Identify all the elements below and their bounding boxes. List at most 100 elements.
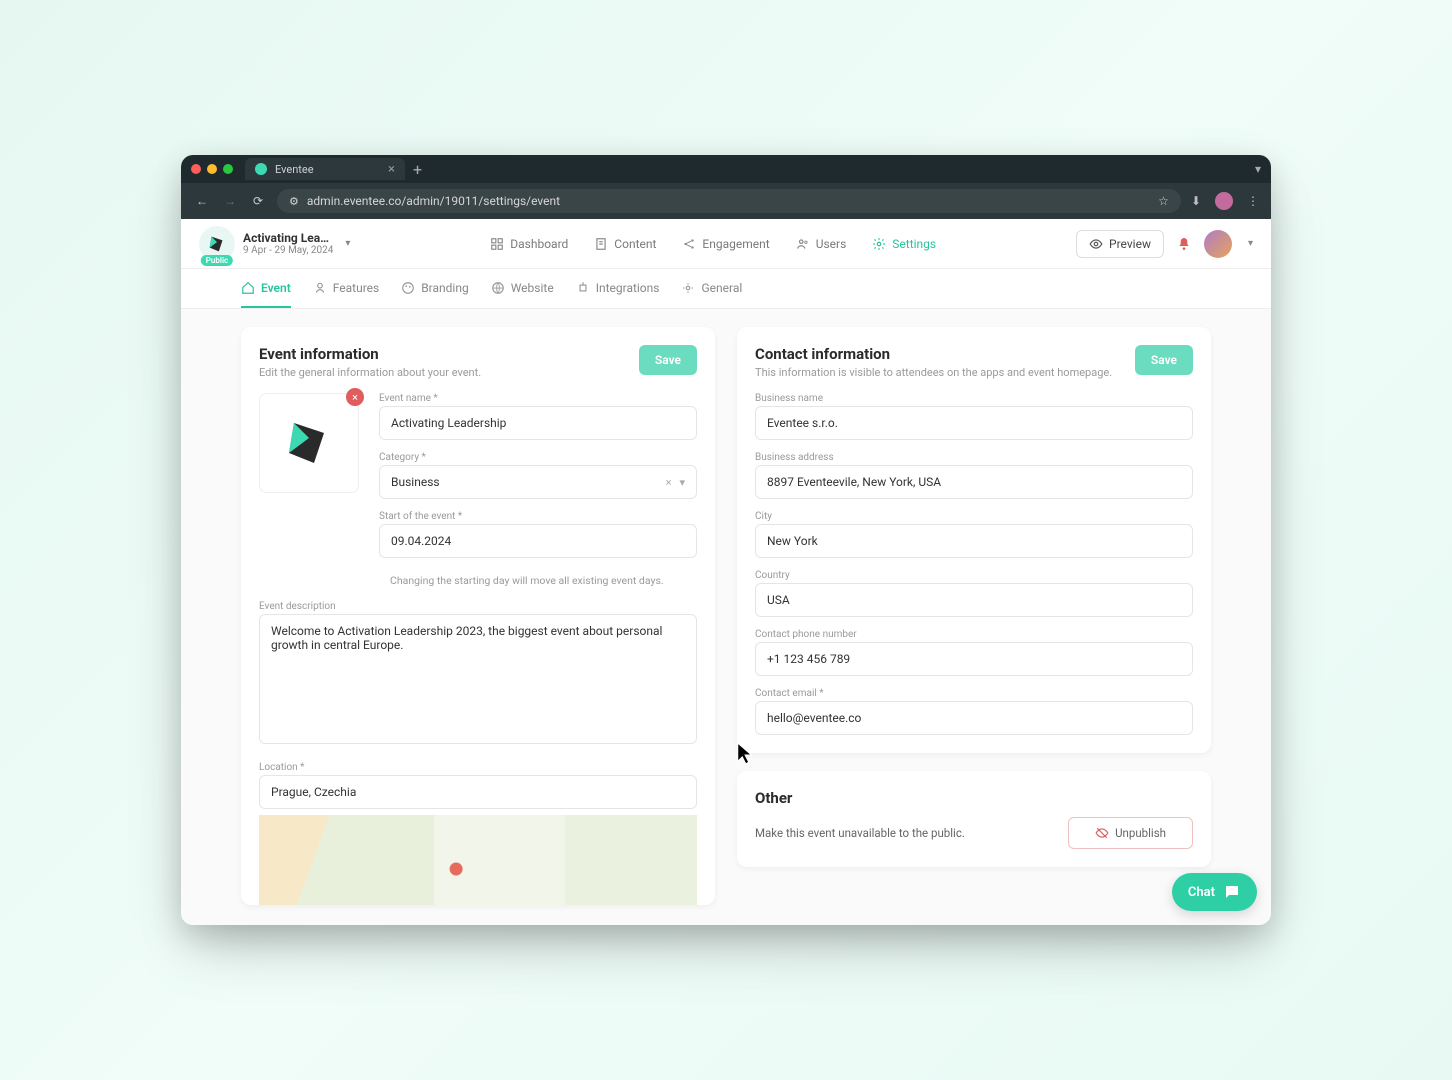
tab-label: Integrations — [596, 281, 660, 295]
event-logo: Public — [199, 226, 235, 262]
tab-label: Event — [261, 281, 291, 295]
tab-label: Branding — [421, 281, 469, 295]
chevron-down-icon[interactable]: ▾ — [1248, 238, 1253, 249]
location-input[interactable] — [259, 775, 697, 809]
field-label: Contact phone number — [755, 629, 1193, 640]
phone-input[interactable] — [755, 642, 1193, 676]
reload-button[interactable]: ⟳ — [249, 194, 267, 208]
description-textarea[interactable] — [259, 614, 697, 744]
browser-tabstrip: Eventee × + ▾ — [181, 155, 1271, 183]
browser-toolbar: ← → ⟳ ⚙ admin.eventee.co/admin/19011/set… — [181, 183, 1271, 219]
chevron-down-icon: ▾ — [345, 238, 350, 249]
card-title: Other — [755, 789, 1193, 807]
location-map[interactable] — [259, 815, 697, 905]
field-label: Contact email * — [755, 688, 1193, 699]
card-title: Event information — [259, 345, 481, 363]
nav-label: Content — [614, 237, 656, 251]
event-dates: 9 Apr - 29 May, 2024 — [243, 245, 333, 256]
user-avatar[interactable] — [1204, 230, 1232, 258]
gear-icon — [872, 237, 886, 251]
minimize-window-icon[interactable] — [207, 164, 217, 174]
gear-icon — [681, 281, 695, 295]
field-label: Business address — [755, 452, 1193, 463]
notifications-icon[interactable] — [1176, 236, 1192, 252]
tab-general[interactable]: General — [681, 269, 742, 308]
card-subtitle: Edit the general information about your … — [259, 366, 481, 379]
country-input[interactable] — [755, 583, 1193, 617]
chat-button[interactable]: Chat — [1172, 873, 1257, 911]
profile-icon[interactable] — [1215, 192, 1233, 210]
tab-close-icon[interactable]: × — [388, 162, 395, 177]
business-name-input[interactable] — [755, 406, 1193, 440]
field-label: Event description — [259, 601, 697, 612]
browser-tab[interactable]: Eventee × — [245, 158, 405, 180]
field-label: City — [755, 511, 1193, 522]
tabstrip-menu-icon[interactable]: ▾ — [1255, 162, 1261, 176]
eye-icon — [1089, 237, 1103, 251]
download-icon[interactable]: ⬇ — [1191, 194, 1201, 208]
window-controls[interactable] — [191, 164, 233, 174]
maximize-window-icon[interactable] — [223, 164, 233, 174]
unpublish-label: Unpublish — [1115, 826, 1166, 840]
bookmark-icon[interactable]: ☆ — [1158, 194, 1169, 208]
city-input[interactable] — [755, 524, 1193, 558]
save-button[interactable]: Save — [639, 345, 697, 375]
category-select[interactable]: Business × ▾ — [379, 465, 697, 499]
forward-button[interactable]: → — [221, 194, 239, 208]
save-button[interactable]: Save — [1135, 345, 1193, 375]
tab-title: Eventee — [275, 163, 314, 176]
tab-label: General — [701, 281, 742, 295]
field-hint: Changing the starting day will move all … — [379, 574, 697, 587]
favicon-icon — [255, 163, 267, 175]
close-window-icon[interactable] — [191, 164, 201, 174]
field-label: Start of the event * — [379, 511, 697, 522]
home-icon — [241, 281, 255, 295]
start-date-input[interactable] — [379, 524, 697, 558]
event-image[interactable]: × — [259, 393, 359, 493]
nav-content[interactable]: Content — [594, 237, 656, 251]
card-title: Contact information — [755, 345, 1112, 363]
tab-features[interactable]: Features — [313, 269, 379, 308]
email-input[interactable] — [755, 701, 1193, 735]
event-name-input[interactable] — [379, 406, 697, 440]
tab-integrations[interactable]: Integrations — [576, 269, 660, 308]
field-label: Location * — [259, 762, 697, 773]
nav-dashboard[interactable]: Dashboard — [490, 237, 568, 251]
remove-image-button[interactable]: × — [346, 388, 364, 406]
left-column: Event information Edit the general infor… — [241, 327, 715, 925]
new-tab-button[interactable]: + — [413, 160, 422, 179]
app-root: Public Activating Lea… 9 Apr - 29 May, 2… — [181, 219, 1271, 925]
preview-button[interactable]: Preview — [1076, 230, 1164, 258]
header-actions: Preview ▾ — [1076, 230, 1253, 258]
unpublish-button[interactable]: Unpublish — [1068, 817, 1193, 849]
browser-menu-icon[interactable]: ⋮ — [1247, 194, 1259, 208]
event-switcher[interactable]: Public Activating Lea… 9 Apr - 29 May, 2… — [199, 226, 350, 262]
back-button[interactable]: ← — [193, 194, 211, 208]
right-column: Contact information This information is … — [737, 327, 1211, 925]
business-address-input[interactable] — [755, 465, 1193, 499]
tab-event[interactable]: Event — [241, 269, 291, 308]
tab-website[interactable]: Website — [491, 269, 554, 308]
nav-label: Users — [816, 237, 847, 251]
address-bar[interactable]: ⚙ admin.eventee.co/admin/19011/settings/… — [277, 189, 1181, 213]
nav-settings[interactable]: Settings — [872, 237, 936, 251]
settings-subnav: Event Features Branding Website Integrat… — [181, 269, 1271, 309]
chevron-down-icon: ▾ — [679, 476, 685, 489]
event-logo-icon — [279, 413, 339, 473]
tab-branding[interactable]: Branding — [401, 269, 469, 308]
palette-icon — [401, 281, 415, 295]
dashboard-icon — [490, 237, 504, 251]
site-info-icon[interactable]: ⚙ — [289, 195, 299, 208]
nav-label: Engagement — [702, 237, 769, 251]
preview-label: Preview — [1109, 237, 1151, 251]
content-icon — [594, 237, 608, 251]
contact-info-card: Contact information This information is … — [737, 327, 1211, 753]
tab-label: Features — [333, 281, 379, 295]
clear-icon[interactable]: × — [666, 476, 672, 489]
nav-engagement[interactable]: Engagement — [682, 237, 769, 251]
nav-users[interactable]: Users — [796, 237, 847, 251]
tab-label: Website — [511, 281, 554, 295]
mouse-cursor-icon — [736, 741, 754, 767]
other-description: Make this event unavailable to the publi… — [755, 826, 965, 840]
features-icon — [313, 281, 327, 295]
